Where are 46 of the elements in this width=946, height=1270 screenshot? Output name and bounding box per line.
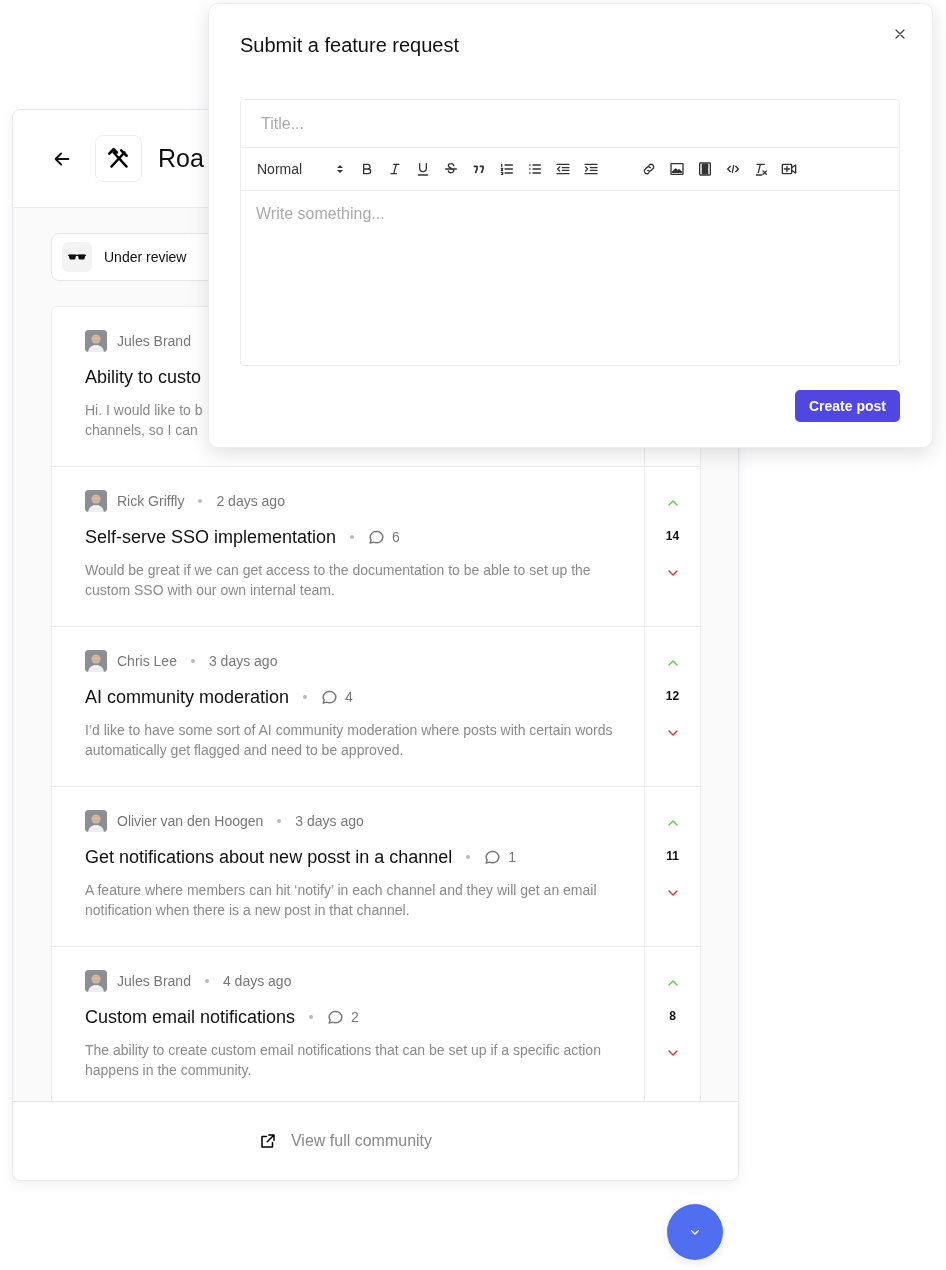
editor-field[interactable]: Write something... [240, 191, 900, 366]
create-post-button[interactable]: Create post [794, 390, 900, 422]
author-name: Chris Lee [117, 653, 177, 669]
vote-count: 8 [669, 1009, 676, 1023]
post-description: Would be great if we can get access to the documentation to be able to set up the custom SSO with our own internal team. [85, 561, 592, 600]
vote-count: 11 [666, 849, 679, 863]
post-time: 3 days ago [295, 813, 364, 829]
title-field[interactable]: Title... [240, 99, 900, 148]
comment-count: 6 [392, 529, 400, 545]
author-name: Jules Brand [117, 973, 191, 989]
author-name: Rick Griffly [117, 493, 185, 509]
comment-icon [321, 688, 339, 706]
page-title: Roa [158, 144, 204, 173]
post-time: 3 days ago [208, 653, 278, 669]
vote-count: 14 [665, 529, 680, 543]
avatar [85, 970, 107, 992]
comment-icon [368, 528, 386, 546]
author-name: Olivier van den Hoogen [117, 813, 264, 829]
post-time: 4 days ago [222, 973, 292, 989]
sort-arrows-icon [335, 163, 345, 175]
dialog-title: Submit a feature request [240, 34, 460, 58]
avatar [85, 650, 107, 672]
collapse-button[interactable] [667, 1204, 723, 1260]
external-link-icon [258, 1132, 277, 1150]
post-description: A feature where members can hit ‘notify’ in each channel and they will get an email notification when there is a new post in that channel. [85, 881, 598, 920]
post-time: 2 days ago [216, 493, 285, 509]
avatar [85, 810, 107, 832]
comment-count: 4 [345, 689, 353, 705]
post-title[interactable]: Get notifications about new posst in a channel [85, 846, 453, 868]
view-community-link[interactable]: View full community [290, 1132, 433, 1150]
vote-count: 12 [665, 689, 680, 703]
post-title[interactable]: Self-serve SSO implementation [85, 526, 337, 548]
avatar [85, 490, 107, 512]
post-title[interactable]: AI community moderation [85, 686, 290, 708]
comment-icon [327, 1008, 345, 1026]
author-name: Jules Brand [117, 333, 191, 349]
post-description: The ability to create custom email notifications that can be set up if a specific action happens in the community. [85, 1041, 602, 1080]
post-description: Hi. I would like to b channels, so I can [85, 401, 204, 440]
post-title[interactable]: Custom email notifications [85, 1006, 296, 1028]
format-select[interactable]: Normal [257, 161, 345, 177]
comment-icon [484, 848, 502, 866]
comment-count: 1 [508, 849, 517, 865]
comment-count: 2 [351, 1009, 359, 1025]
post-title[interactable]: Ability to custo [85, 366, 202, 388]
post-description: I’d like to have some sort of AI community moderation where posts with certain words automatically get flagged and need to be approved. [85, 721, 614, 760]
avatar [85, 330, 107, 352]
